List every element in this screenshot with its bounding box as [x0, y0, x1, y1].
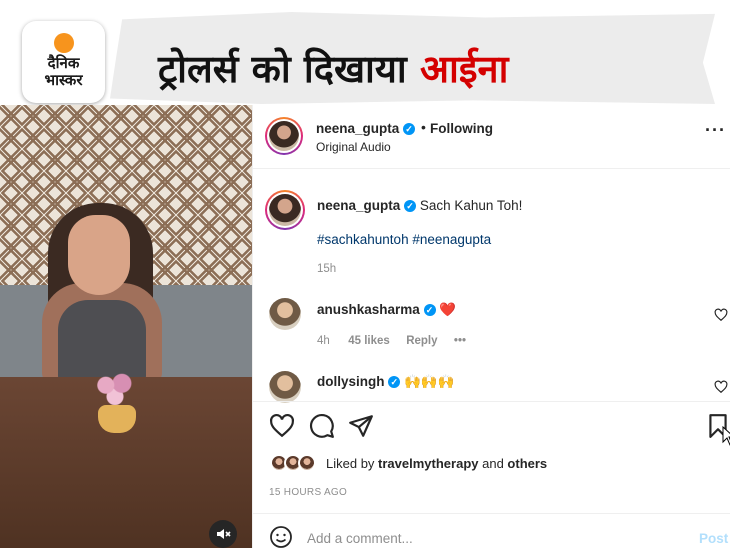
liked-by-middle: and	[478, 456, 508, 471]
reel-video[interactable]	[0, 105, 252, 548]
caption: neena_gupta ✓ Sach Kahun Toh!	[317, 198, 522, 213]
header-separator: •	[421, 119, 426, 135]
comment-row: dollysingh ✓ 🙌🙌🙌	[317, 374, 454, 390]
verified-badge-icon: ✓	[388, 376, 401, 389]
speaker-muted-icon[interactable]	[209, 520, 237, 548]
comment-username[interactable]: anushkasharma	[317, 302, 420, 317]
liked-by-text: Liked by travelmytherapy and others	[326, 456, 547, 471]
comment-meta: 4h 45 likes Reply •••	[317, 335, 466, 347]
flowers	[92, 370, 138, 408]
sun-icon	[54, 33, 74, 53]
post-username[interactable]: neena_gupta ✓	[316, 121, 416, 136]
comment-like-icon[interactable]	[714, 380, 728, 394]
comment-divider	[253, 513, 730, 514]
heart-icon[interactable]	[269, 413, 295, 439]
post-username-text[interactable]: neena_gupta	[316, 121, 399, 136]
comment-likes[interactable]: 45 likes	[348, 335, 390, 347]
actions-divider	[253, 401, 730, 402]
comment-time: 4h	[317, 335, 330, 347]
send-icon[interactable]	[348, 413, 374, 439]
caption-text: Sach Kahun Toh!	[419, 198, 523, 213]
caption-username[interactable]: neena_gupta	[317, 198, 400, 213]
post-panel: neena_gupta ✓ • Following Original Audio…	[252, 105, 730, 548]
logo-text: दैनिक भास्कर	[22, 55, 105, 89]
comment-like-icon[interactable]	[714, 308, 728, 322]
liked-by-row: Liked by travelmytherapy and others	[270, 454, 670, 476]
verified-badge-icon: ✓	[404, 200, 417, 213]
posted-time[interactable]: 15 HOURS AGO	[269, 487, 347, 498]
comment-text: 🙌🙌🙌	[404, 374, 455, 389]
post-button[interactable]: Post	[699, 531, 728, 546]
logo-line-1: दैनिक	[47, 54, 80, 72]
verified-badge-icon: ✓	[403, 123, 416, 136]
emoji-icon[interactable]	[269, 525, 293, 549]
comment-text: ❤️	[439, 302, 457, 317]
person-face	[68, 215, 130, 295]
logo-line-2: भास्कर	[44, 71, 83, 89]
profile-avatar[interactable]	[265, 117, 303, 155]
liked-by-prefix: Liked by	[326, 456, 379, 471]
liker-avatar[interactable]	[298, 454, 316, 472]
caption-hashtags[interactable]: #sachkahuntoh #neenagupta	[317, 232, 491, 247]
reply-button[interactable]: Reply	[406, 335, 437, 347]
following-button[interactable]: Following	[430, 121, 493, 136]
audio-link[interactable]: Original Audio	[316, 140, 391, 154]
mouse-cursor-icon	[722, 426, 730, 446]
banner: दैनिक भास्कर ट्रोलर्स को दिखाया आईना	[0, 0, 730, 105]
comment-icon[interactable]	[309, 413, 335, 439]
comment-more-icon[interactable]: •••	[454, 335, 466, 347]
comment-avatar[interactable]	[269, 371, 301, 403]
header-divider	[253, 168, 730, 169]
liked-by-user[interactable]: travelmytherapy	[378, 456, 478, 471]
caption-avatar[interactable]	[265, 190, 305, 230]
headline: ट्रोलर्स को दिखाया आईना	[158, 46, 508, 92]
dainik-bhaskar-logo: दैनिक भास्कर	[22, 21, 105, 103]
comment-row: anushkasharma ✓ ❤️	[317, 302, 456, 318]
more-horizontal-icon[interactable]: ···	[705, 121, 726, 139]
action-bar	[269, 413, 727, 439]
vase	[98, 405, 136, 433]
liked-by-others[interactable]: others	[507, 456, 547, 471]
verified-badge-icon: ✓	[423, 304, 436, 317]
comment-username[interactable]: dollysingh	[317, 374, 385, 389]
headline-accent: आईना	[420, 47, 509, 91]
comment-avatar[interactable]	[269, 298, 301, 330]
caption-time: 15h	[317, 263, 337, 275]
headline-main: ट्रोलर्स को दिखाया	[158, 47, 420, 91]
comment-input[interactable]: Add a comment...	[307, 531, 413, 546]
